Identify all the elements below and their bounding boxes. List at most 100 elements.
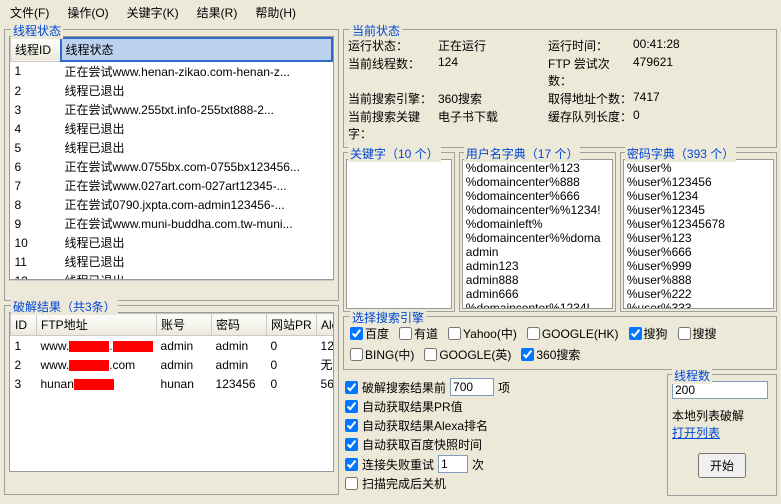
thread-count-label: 当前线程数： [348,55,438,89]
table-row[interactable]: 7正在尝试www.027art.com-027art12345-... [11,176,333,195]
thread-count-title: 线程数 [672,367,712,384]
engine-select-title: 选择搜索引擎 [350,309,426,326]
table-row[interactable]: 9正在尝试www.muni-buddha.com.tw-muni... [11,214,333,233]
opt-result-count-input[interactable] [450,378,494,396]
opt-result-count-cb[interactable] [345,381,358,394]
thread-table[interactable]: 线程ID 线程状态 1正在尝试www.henan-zikao.com-henan… [9,36,334,280]
col-ftp[interactable]: FTP地址 [37,314,157,336]
menu-results[interactable]: 结果(R) [191,2,244,23]
thread-scrollbar[interactable] [9,280,334,294]
thread-count-group: 线程数 本地列表破解 打开列表 开始 [667,374,777,496]
opt-result-count-l2: 项 [498,379,510,396]
thread-status-group: 线程状态 线程ID 线程状态 1正在尝试www.henan-zikao.com-… [4,29,339,301]
table-row[interactable]: 10线程已退出 [11,233,333,252]
list-item[interactable]: %user%123456 [625,175,772,189]
table-row[interactable]: 3正在尝试www.255txt.info-255txt888-2... [11,100,333,119]
menu-keywords[interactable]: 关键字(K) [121,2,185,23]
opt-alexa-label: 自动获取结果Alexa排名 [362,417,488,434]
ftp-tries-value: 479621 [633,55,673,89]
col-thread-id[interactable]: 线程ID [11,38,61,61]
col-id[interactable]: ID [11,314,37,336]
opt-shutdown-cb[interactable] [345,477,358,490]
opt-retry-l2: 次 [472,456,484,473]
opt-pr-cb[interactable] [345,400,358,413]
user-dict-group: 用户名字典（17 个） %domaincenter%123%domaincent… [459,152,616,312]
table-row[interactable]: 4线程已退出 [11,119,333,138]
list-item[interactable]: %domaincenter%666 [464,189,611,203]
engine-checkbox[interactable]: 百度 [350,325,389,342]
keyword-label: 当前搜索关键字： [348,108,438,142]
table-row[interactable]: 1www..adminadmin012718861百度未收录 [11,336,335,356]
list-item[interactable]: %domaincenter%%1234! [464,203,611,217]
open-list-link[interactable]: 打开列表 [672,426,720,440]
col-user[interactable]: 账号 [157,314,212,336]
col-alexa[interactable]: Alexa排名 [317,314,334,336]
list-item[interactable]: %domaincenter%888 [464,175,611,189]
list-item[interactable]: admin [464,245,611,259]
thread-count-value: 124 [438,55,548,89]
engine-label: 当前搜索引擎： [348,90,438,107]
list-item[interactable]: %domaincenter%%doma [464,231,611,245]
list-item[interactable]: %domaincenter%1234! [464,301,611,309]
engine-select-group: 选择搜索引擎 百度 有道 Yahoo(中) GOOGLE(HK) 搜狗 搜搜 B… [343,316,777,370]
table-row[interactable]: 11线程已退出 [11,252,333,271]
engine-checkbox[interactable]: Yahoo(中) [448,325,517,342]
table-row[interactable]: 2www..comadminadmin0无排名获取失败 [11,355,335,374]
list-item[interactable]: %user% [625,161,772,175]
run-state-value: 正在运行 [438,37,548,54]
list-item[interactable]: %user%12345 [625,203,772,217]
engine-checkbox[interactable]: 搜狗 [629,325,668,342]
queue-value: 0 [633,108,640,142]
list-item[interactable]: %domainleft% [464,217,611,231]
engine-checkbox[interactable]: GOOGLE(英) [424,346,511,363]
col-pass[interactable]: 密码 [212,314,267,336]
list-item[interactable]: admin666 [464,287,611,301]
opt-retry-cb[interactable] [345,458,358,471]
menu-operate[interactable]: 操作(O) [61,2,114,23]
crack-table[interactable]: ID FTP地址 账号 密码 网站PR Alexa排名 百度快照 1www..a… [9,312,334,472]
crack-results-title: 破解结果（共3条） [11,298,118,315]
table-row[interactable]: 2线程已退出 [11,81,333,100]
user-listbox[interactable]: %domaincenter%123%domaincenter%888%domai… [462,159,613,309]
list-item[interactable]: admin888 [464,273,611,287]
table-row[interactable]: 6正在尝试www.0755bx.com-0755bx123456... [11,157,333,176]
list-item[interactable]: %user%333 [625,301,772,309]
keyword-dict-title: 关键字（10 个） [348,145,441,162]
table-row[interactable]: 12线程已退出 [11,271,333,280]
addr-count-value: 7417 [633,90,660,107]
table-row[interactable]: 8正在尝试0790.jxpta.com-admin123456-... [11,195,333,214]
opt-baidu-cb[interactable] [345,438,358,451]
list-item[interactable]: %user%12345678 [625,217,772,231]
list-item[interactable]: %user%1234 [625,189,772,203]
list-item[interactable]: admin123 [464,259,611,273]
table-row[interactable]: 3hunanhunan123456056584获取失败 [11,374,335,393]
list-item[interactable]: %user%888 [625,273,772,287]
table-row[interactable]: 5线程已退出 [11,138,333,157]
ftp-tries-label: FTP 尝试次数： [548,55,633,89]
list-item[interactable]: %user%666 [625,245,772,259]
engine-checkbox[interactable]: 360搜索 [521,346,580,363]
engine-checkbox[interactable]: 搜搜 [678,325,717,342]
crack-results-group: 破解结果（共3条） ID FTP地址 账号 密码 网站PR Alexa排名 百度… [4,305,339,495]
user-dict-title: 用户名字典（17 个） [464,145,581,162]
list-item[interactable]: %user%999 [625,259,772,273]
opt-alexa-cb[interactable] [345,419,358,432]
list-item[interactable]: %user%123 [625,231,772,245]
table-row[interactable]: 1正在尝试www.henan-zikao.com-henan-z... [11,61,333,81]
thread-status-title: 线程状态 [11,22,63,39]
engine-value: 360搜索 [438,90,548,107]
pass-listbox[interactable]: %user%%user%123456%user%1234%user%12345%… [623,159,774,309]
start-button[interactable]: 开始 [698,453,746,478]
col-pr[interactable]: 网站PR [267,314,317,336]
addr-count-label: 取得地址个数： [548,90,633,107]
col-thread-status[interactable]: 线程状态 [61,38,333,61]
list-item[interactable]: %user%222 [625,287,772,301]
menu-help[interactable]: 帮助(H) [249,2,302,23]
engine-checkbox[interactable]: 有道 [399,325,438,342]
engine-checkbox[interactable]: GOOGLE(HK) [527,325,619,342]
opt-retry-input[interactable] [438,455,468,473]
list-item[interactable]: %domaincenter%123 [464,161,611,175]
menu-file[interactable]: 文件(F) [4,2,55,23]
keyword-listbox[interactable] [346,159,452,309]
engine-checkbox[interactable]: BING(中) [350,346,414,363]
